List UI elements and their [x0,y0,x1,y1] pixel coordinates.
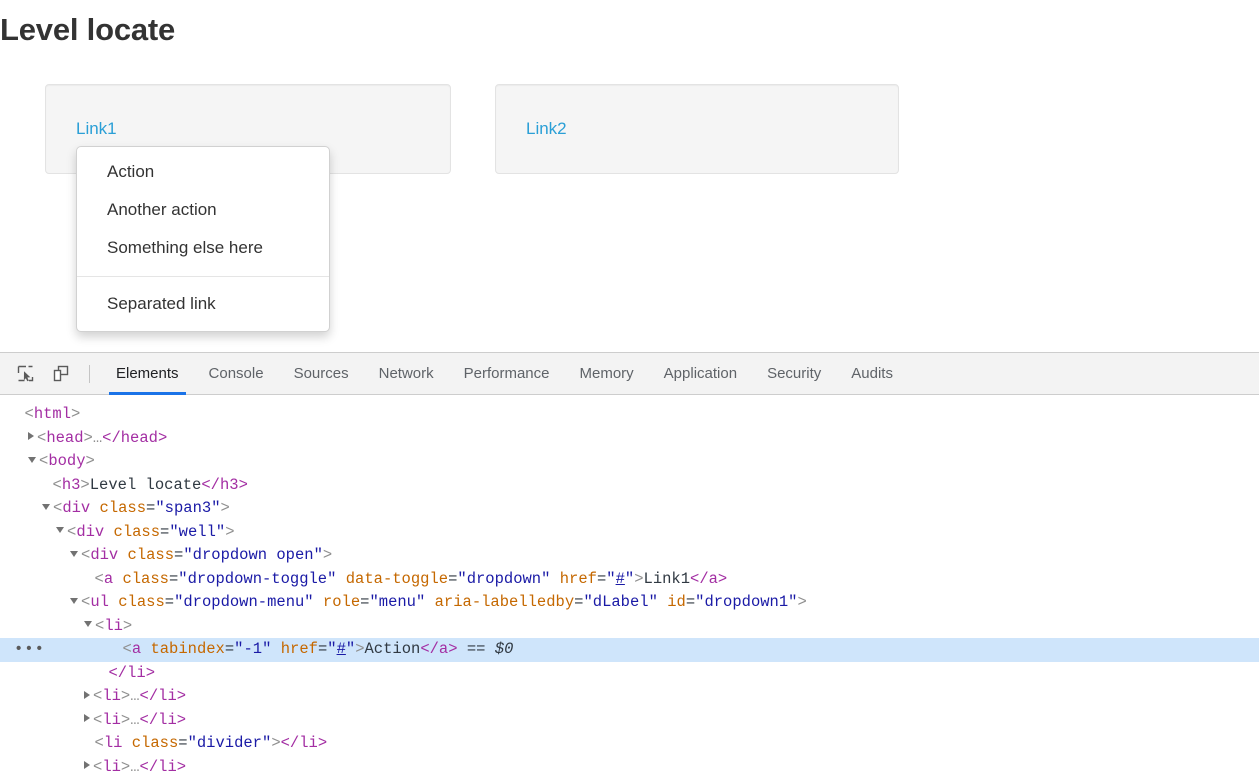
dom-node-li-collapsed[interactable]: <li>…</li> [0,709,1259,733]
tab-elements[interactable]: Elements [101,353,194,395]
well-panel-2: Link2 [495,84,899,174]
dom-node-html[interactable]: <html> [0,403,1259,427]
dropdown-item-action[interactable]: Action [77,153,329,191]
dom-node-div-span3[interactable]: <div class="span3"> [0,497,1259,521]
dom-node-li-close[interactable]: </li> [0,662,1259,686]
page-title: Level locate [0,14,175,45]
dom-tag-name: html [34,405,71,423]
devtools-toolbar: Elements Console Sources Network Perform… [0,353,1259,395]
dom-text-node: Level locate [90,476,202,494]
dom-node-selected-a-action[interactable]: •••<a tabindex="-1" href="#">Action</a> … [0,638,1259,662]
dropdown-menu-item: Something else here [77,229,329,267]
dropdown-menu: Action Another action Something else her… [76,146,330,332]
tab-performance[interactable]: Performance [449,353,565,395]
toolbar-divider [89,365,90,383]
dom-attr-name: class [100,499,147,517]
dom-attr-value: span3 [165,499,212,517]
expand-triangle-icon[interactable] [84,761,90,769]
tab-network[interactable]: Network [364,353,449,395]
dom-node-body[interactable]: <body> [0,450,1259,474]
inspect-element-icon[interactable] [10,360,40,388]
dom-node-div-well[interactable]: <div class="well"> [0,521,1259,545]
dom-attr-value-link[interactable]: # [337,640,346,658]
dom-node-li-open[interactable]: <li> [0,615,1259,639]
dropdown-item-another-action[interactable]: Another action [77,191,329,229]
expand-triangle-icon[interactable] [84,691,90,699]
devtools-panel: Elements Console Sources Network Perform… [0,352,1259,767]
dom-node-li-divider[interactable]: <li class="divider"></li> [0,732,1259,756]
dom-node-head[interactable]: <head>…</head> [0,427,1259,451]
dom-node-a-dropdown-toggle[interactable]: <a class="dropdown-toggle" data-toggle="… [0,568,1259,592]
dom-node-li-collapsed[interactable]: <li>…</li> [0,756,1259,779]
dropdown-menu-item: Action [77,153,329,191]
expand-triangle-icon[interactable] [84,714,90,722]
rendered-page-area: Level locate Link1 Link2 Action Another … [0,0,1259,352]
console-variable-ref: $0 [495,640,514,658]
dom-node-ul-dropdown-menu[interactable]: <ul class="dropdown-menu" role="menu" ar… [0,591,1259,615]
tab-console[interactable]: Console [194,353,279,395]
collapse-triangle-icon[interactable] [70,598,78,604]
dropdown-item-separated-link[interactable]: Separated link [77,285,329,323]
tab-audits[interactable]: Audits [836,353,908,395]
tab-memory[interactable]: Memory [565,353,649,395]
tab-security[interactable]: Security [752,353,836,395]
dom-node-div-dropdown[interactable]: <div class="dropdown open"> [0,544,1259,568]
collapse-triangle-icon[interactable] [42,504,50,510]
dropdown-item-something-else-here[interactable]: Something else here [77,229,329,267]
more-options-dots[interactable]: ••• [14,638,45,662]
tab-application[interactable]: Application [649,353,752,395]
collapse-triangle-icon[interactable] [28,457,36,463]
selected-node-eq: == [467,640,486,658]
dropdown-divider [77,276,329,277]
dom-attr-value-link[interactable]: # [616,570,625,588]
dropdown-menu-item: Another action [77,191,329,229]
dropdown-menu-item: Separated link [77,285,329,323]
dom-tree[interactable]: <html> <head>…</head> <body> <h3>Level l… [0,395,1259,779]
collapse-triangle-icon[interactable] [56,527,64,533]
collapse-triangle-icon[interactable] [84,621,92,627]
dom-node-h3[interactable]: <h3>Level locate</h3> [0,474,1259,498]
device-toolbar-icon[interactable] [46,360,76,388]
dom-node-li-collapsed[interactable]: <li>…</li> [0,685,1259,709]
expand-triangle-icon[interactable] [28,432,34,440]
dropdown-toggle-link2[interactable]: Link2 [526,120,567,137]
collapse-triangle-icon[interactable] [70,551,78,557]
dropdown-toggle-link1[interactable]: Link1 [76,120,117,137]
tab-sources[interactable]: Sources [279,353,364,395]
